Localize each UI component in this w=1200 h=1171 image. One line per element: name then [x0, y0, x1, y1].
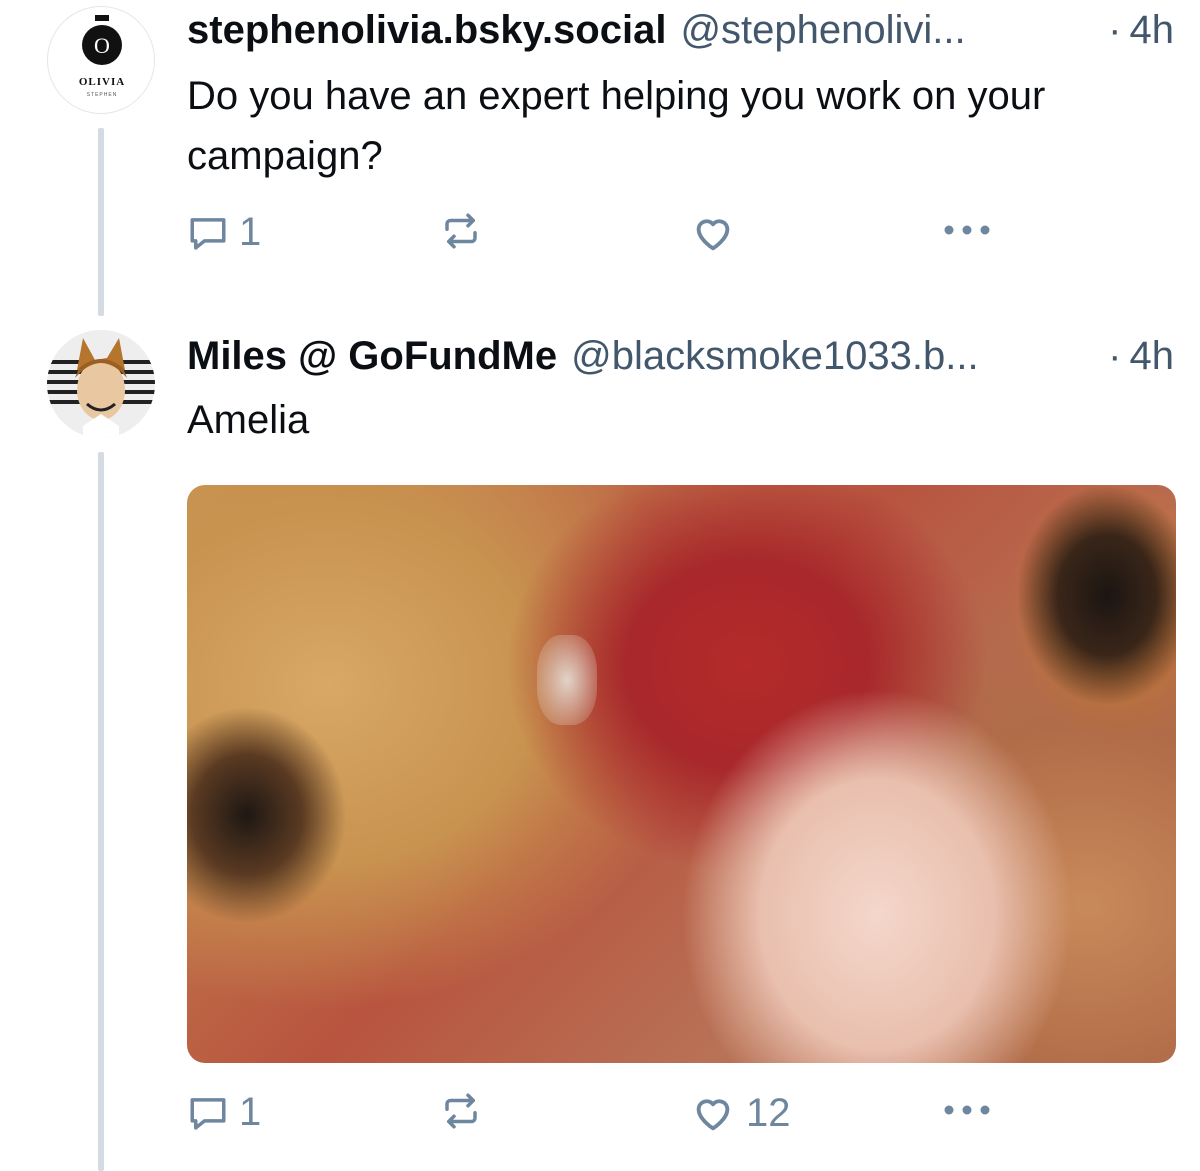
heart-icon: [696, 219, 730, 251]
post-image[interactable]: [187, 485, 1176, 1063]
post-text: Amelia: [187, 398, 310, 442]
svg-text:OLIVIA: OLIVIA: [79, 76, 125, 88]
display-name[interactable]: Miles @ GoFundMe: [187, 334, 557, 379]
reply-count: 1: [239, 1090, 262, 1134]
avatar[interactable]: [47, 330, 155, 438]
reply-button[interactable]: 1: [187, 1090, 261, 1135]
reply-button[interactable]: 1: [187, 210, 261, 255]
olivia-logo-icon: O OLIVIA STEPHEN: [79, 15, 125, 98]
like-count: 12: [746, 1090, 791, 1135]
svg-text:O: O: [94, 33, 110, 58]
separator: ·: [1108, 8, 1122, 52]
more-icon: [944, 1105, 990, 1115]
handle[interactable]: @blacksmoke1033.b...: [571, 334, 1094, 379]
reply-icon: [190, 217, 226, 250]
repost-button[interactable]: [440, 210, 492, 252]
post-actions: 1 12: [0, 1090, 1200, 1150]
post-header: Miles @ GoFundMe @blacksmoke1033.b... · …: [187, 334, 1174, 379]
more-icon: [944, 225, 990, 235]
post-actions: 1: [0, 210, 1200, 270]
repost-button[interactable]: [440, 1090, 492, 1132]
heart-icon: [696, 1099, 730, 1131]
handle[interactable]: @stephenolivi...: [680, 8, 1094, 53]
like-button[interactable]: 12: [690, 1090, 791, 1136]
image-highlight: [537, 635, 597, 725]
separator: ·: [1108, 334, 1122, 378]
repost-icon: [445, 1093, 477, 1129]
repost-icon: [445, 213, 477, 249]
post-header: stephenolivia.bsky.social @stephenolivi.…: [187, 8, 1174, 53]
cartoon-avatar-icon: [47, 330, 155, 438]
avatar[interactable]: O OLIVIA STEPHEN: [47, 6, 155, 114]
more-button[interactable]: [940, 210, 994, 250]
like-button[interactable]: [690, 210, 746, 256]
reply-count: 1: [239, 210, 262, 254]
reply-icon: [190, 1097, 226, 1130]
thread-line-bottom: [98, 452, 104, 1171]
post-text: Do you have an expert helping you work o…: [187, 74, 1046, 178]
timestamp[interactable]: 4h: [1130, 8, 1175, 53]
svg-text:STEPHEN: STEPHEN: [87, 92, 118, 98]
timestamp[interactable]: 4h: [1130, 334, 1175, 379]
display-name[interactable]: stephenolivia.bsky.social: [187, 8, 666, 53]
more-button[interactable]: [940, 1090, 994, 1130]
